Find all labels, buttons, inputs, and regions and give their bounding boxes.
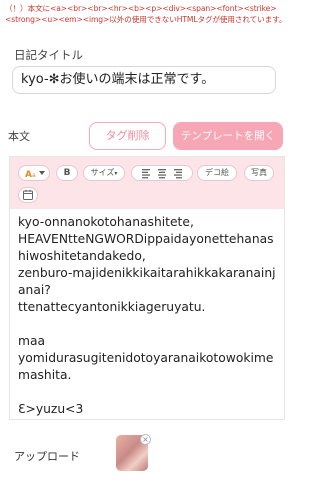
svg-text:A: A bbox=[25, 170, 32, 180]
body-editor[interactable]: A a B サイズ▾ デコ絵 写真 kyo-onnanokotohanashit… bbox=[9, 156, 285, 420]
align-center-icon[interactable] bbox=[158, 169, 166, 179]
calendar-icon bbox=[23, 189, 33, 200]
align-group bbox=[131, 165, 193, 181]
deco-emoji-button[interactable]: デコ絵 bbox=[197, 165, 237, 181]
font-color-button[interactable]: A a bbox=[18, 165, 50, 181]
bold-button[interactable]: B bbox=[56, 165, 78, 181]
font-size-select[interactable]: サイズ▾ bbox=[83, 165, 125, 181]
font-size-label: サイズ bbox=[90, 168, 115, 177]
align-icons bbox=[142, 169, 182, 179]
diary-title-input[interactable]: kyo-✻お使いの端末は正常です。 bbox=[12, 66, 276, 94]
svg-text:a: a bbox=[32, 172, 36, 179]
photo-button[interactable]: 写真 bbox=[244, 165, 274, 181]
delete-tags-button[interactable]: タグ削除 bbox=[89, 122, 166, 150]
open-template-button[interactable]: テンプレートを開く bbox=[173, 122, 283, 150]
diary-title-label: 日記タイトル bbox=[14, 48, 83, 62]
body-label: 本文 bbox=[8, 130, 30, 143]
calendar-button[interactable] bbox=[18, 187, 38, 203]
align-right-icon[interactable] bbox=[174, 169, 182, 179]
remove-image-icon[interactable]: × bbox=[140, 434, 151, 445]
body-text[interactable]: kyo-onnanokotohanashitete, HEAVENtteNGWO… bbox=[18, 214, 280, 418]
editor-toolbar: A a B サイズ▾ デコ絵 写真 bbox=[10, 157, 284, 209]
upload-label: アップロード bbox=[14, 450, 80, 463]
bottom-note-cutoff bbox=[14, 474, 284, 480]
chevron-down-icon: ▾ bbox=[114, 170, 118, 177]
html-tag-warning: （！）本文に<a><br><br><hr><b><p><div><span><f… bbox=[5, 4, 287, 24]
align-left-icon[interactable] bbox=[142, 169, 150, 179]
font-color-icon: A a bbox=[25, 170, 45, 180]
